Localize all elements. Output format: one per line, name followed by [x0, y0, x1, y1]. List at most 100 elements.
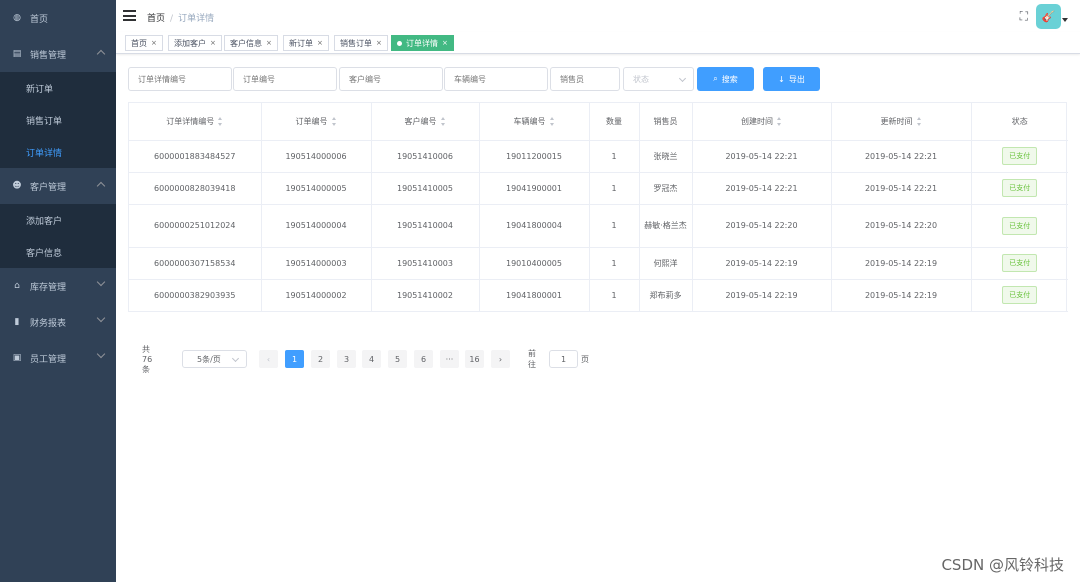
caret-down-icon[interactable] [1062, 18, 1068, 22]
sort-icon[interactable] [218, 116, 223, 126]
hamburger-icon[interactable] [123, 10, 136, 21]
users-icon: ☻ [12, 181, 22, 191]
sidebar-subitem-order-detail[interactable]: 订单详情 [0, 136, 116, 168]
bar-chart-icon: ▮ [14, 317, 20, 327]
tag-new-order[interactable]: 新订单 × [283, 35, 329, 51]
search-button-label: 搜索 [721, 74, 738, 84]
more-pages[interactable]: ··· [440, 350, 459, 368]
sort-icon[interactable] [549, 116, 555, 126]
column-header[interactable]: 车辆编号 [479, 103, 590, 141]
export-button[interactable]: ↓ 导出 [763, 67, 820, 91]
sidebar-item-label: 财务报表 [30, 318, 67, 329]
column-header[interactable]: 更新时间 [831, 103, 972, 141]
status-badge: 已支付 [1002, 286, 1038, 304]
pagination-total: 共 76 条 [142, 344, 153, 374]
close-icon[interactable]: × [266, 39, 272, 47]
chevron-up-icon [96, 49, 106, 59]
order-no-input[interactable] [233, 67, 337, 91]
next-page-button[interactable]: › [491, 350, 510, 368]
cell-quantity: 1 [589, 172, 640, 205]
page-number[interactable]: 4 [362, 350, 381, 368]
sidebar-item-finance[interactable]: ▮ 财务报表 [0, 304, 116, 340]
sort-icon[interactable] [440, 116, 446, 126]
sidebar-item-label: 销售管理 [30, 50, 67, 61]
tag-label: 新订单 [289, 38, 313, 48]
detail-no-input[interactable] [128, 67, 232, 91]
tag-label: 订单详情 [406, 38, 438, 48]
cell-created: 2019-05-14 22:19 [692, 279, 832, 312]
page-number[interactable]: 16 [465, 350, 484, 368]
cell-updated: 2019-05-14 22:20 [831, 204, 972, 248]
status-select[interactable]: 状态 [623, 67, 694, 91]
page-number[interactable]: 5 [388, 350, 407, 368]
cell-order-no: 190514000006 [261, 140, 372, 173]
sidebar-subitem-customer-info[interactable]: 客户信息 [0, 236, 116, 268]
sidebar-subitem-label: 销售订单 [26, 116, 63, 127]
column-header[interactable]: 创建时间 [692, 103, 832, 141]
close-icon[interactable]: × [376, 39, 382, 47]
tag-label: 销售订单 [340, 38, 372, 48]
chevron-down-icon [96, 313, 106, 323]
cell-status: 已支付 [971, 204, 1068, 248]
cell-quantity: 1 [589, 247, 640, 280]
tag-add-customer[interactable]: 添加客户 × [168, 35, 222, 51]
sort-icon[interactable] [331, 116, 337, 126]
page-number[interactable]: 1 [285, 350, 304, 368]
cell-order-no: 190514000005 [261, 172, 372, 205]
sidebar-item-label: 首页 [30, 14, 49, 25]
sort-icon[interactable] [777, 116, 782, 126]
vehicle-no-input[interactable] [444, 67, 548, 91]
cell-salesperson: 赫敏·格兰杰 [639, 204, 693, 248]
sidebar-item-home[interactable]: ◍ 首页 [0, 0, 116, 36]
cell-order-no: 190514000004 [261, 204, 372, 248]
goto-page-input[interactable]: 1 [549, 350, 578, 368]
column-header[interactable]: 订单详情编号 [129, 103, 262, 141]
sidebar-item-label: 库存管理 [30, 282, 67, 293]
salesperson-input[interactable] [550, 67, 620, 91]
cell-created: 2019-05-14 22:21 [692, 140, 832, 173]
table-row: 6000000251012024 190514000004 1905141000… [129, 204, 1068, 248]
table-row: 6000000382903935 190514000002 1905141000… [129, 279, 1068, 312]
tag-sales-orders[interactable]: 销售订单 × [334, 35, 388, 51]
cell-detail-no: 6000000828039418 [129, 172, 262, 205]
prev-page-button[interactable]: ‹ [259, 350, 278, 368]
cell-detail-no: 6000000251012024 [129, 204, 262, 248]
sidebar-subitem-new-order[interactable]: 新订单 [0, 72, 116, 104]
close-icon[interactable]: × [442, 39, 448, 47]
cell-order-no: 190514000002 [261, 279, 372, 312]
chevron-down-icon [678, 74, 687, 83]
breadcrumb: 首页 / 订单详情 [147, 14, 215, 24]
breadcrumb-home[interactable]: 首页 [147, 14, 165, 24]
tag-order-detail[interactable]: 订单详情 × [391, 35, 454, 51]
status-badge: 已支付 [1002, 179, 1038, 197]
sidebar-item-customers[interactable]: ☻ 客户管理 [0, 168, 116, 204]
tag-customer-info[interactable]: 客户信息 × [224, 35, 278, 51]
close-icon[interactable]: × [151, 39, 157, 47]
tag-home[interactable]: 首页 × [125, 35, 163, 51]
cell-salesperson: 罗冠杰 [639, 172, 693, 205]
fullscreen-icon[interactable]: ⛶ [1020, 9, 1028, 24]
close-icon[interactable]: × [317, 39, 323, 47]
sidebar-subitem-sales-orders[interactable]: 销售订单 [0, 104, 116, 136]
page-number[interactable]: 3 [337, 350, 356, 368]
page-size-select[interactable]: 5条/页 [182, 350, 247, 368]
warehouse-icon: ⌂ [14, 281, 20, 291]
search-button[interactable]: ⌕ 搜索 [697, 67, 754, 91]
sidebar-item-sales[interactable]: ▤ 销售管理 [0, 36, 116, 72]
sidebar-subitem-add-customer[interactable]: 添加客户 [0, 204, 116, 236]
sidebar-item-staff[interactable]: ▣ 员工管理 [0, 340, 116, 376]
close-icon[interactable]: × [210, 39, 216, 47]
cell-vehicle-no: 19041800001 [479, 279, 590, 312]
page-number[interactable]: 2 [311, 350, 330, 368]
column-header[interactable]: 订单编号 [261, 103, 372, 141]
cell-vehicle-no: 19041800004 [479, 204, 590, 248]
status-badge: 已支付 [1002, 147, 1038, 165]
column-header[interactable]: 客户编号 [371, 103, 480, 141]
cell-vehicle-no: 19011200015 [479, 140, 590, 173]
sidebar-item-inventory[interactable]: ⌂ 库存管理 [0, 268, 116, 304]
avatar[interactable]: 🎸 [1036, 4, 1061, 29]
cell-salesperson: 张晓兰 [639, 140, 693, 173]
sort-icon[interactable] [916, 116, 922, 126]
page-number[interactable]: 6 [414, 350, 433, 368]
customer-no-input[interactable] [339, 67, 443, 91]
